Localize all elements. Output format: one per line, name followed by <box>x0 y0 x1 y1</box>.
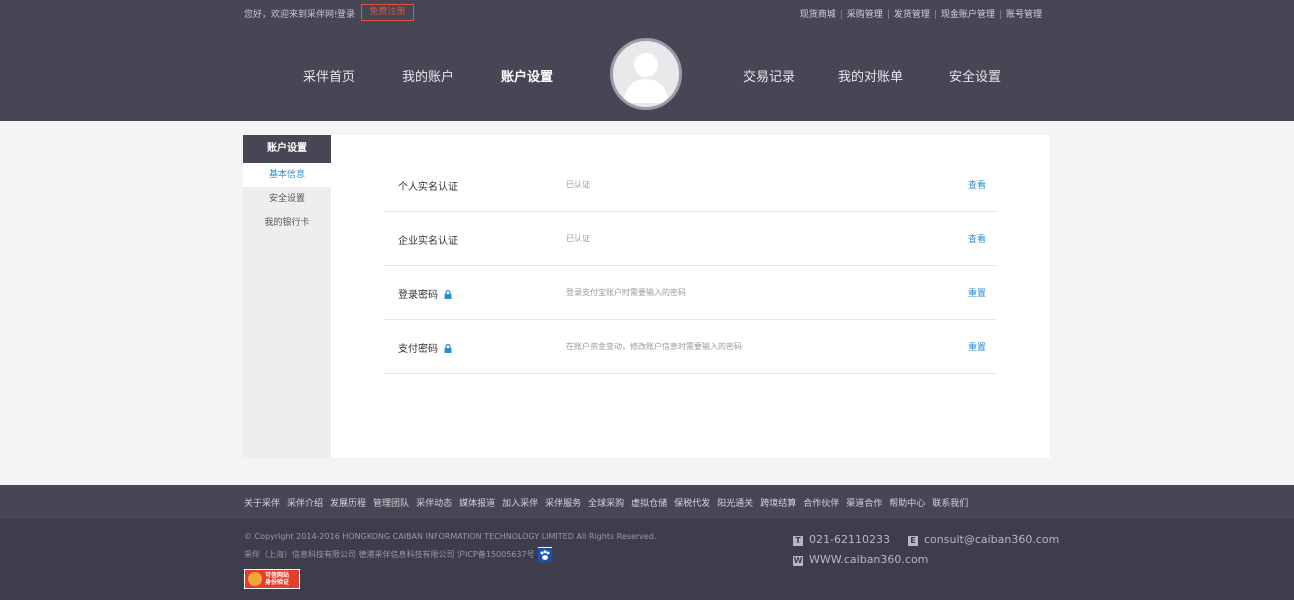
row-label: 支付密码 <box>398 340 452 356</box>
row-label: 登录密码 <box>398 286 452 302</box>
nav-home[interactable]: 采伴首页 <box>303 66 355 85</box>
view-link[interactable]: 查看 <box>968 232 986 245</box>
user-silhouette-icon <box>623 53 669 103</box>
reset-link[interactable]: 重置 <box>968 286 986 299</box>
lock-icon <box>444 343 452 356</box>
footer-link[interactable]: 帮助中心 <box>889 499 925 509</box>
reset-link[interactable]: 重置 <box>968 340 986 353</box>
top-link-cash-account[interactable]: 现金账户管理 <box>941 10 995 20</box>
top-links: 现货商城 | 采购管理 | 发货管理 | 现金账户管理 | 账号管理 <box>799 10 1042 20</box>
web-icon: W <box>793 556 803 566</box>
footer-bottom: © Copyright 2014-2016 HONGKONG CAIBAN IN… <box>0 519 1294 600</box>
footer-link[interactable]: 管理团队 <box>373 499 409 509</box>
footer-link[interactable]: 阳光通关 <box>717 499 753 509</box>
main-area: 账户设置 基本信息 安全设置 我的银行卡 个人实名认证 已认证 查看 企业实名认… <box>0 121 1294 485</box>
top-link-purchase[interactable]: 采购管理 <box>847 10 883 20</box>
row-desc: 已认证 <box>566 234 590 243</box>
sidebar-item-bank-card[interactable]: 我的银行卡 <box>243 211 331 235</box>
top-bar: 您好，欢迎来到采伴网! 登录 免费注册 现货商城 | 采购管理 | 发货管理 | 现金账户管… <box>0 0 1294 25</box>
footer-link[interactable]: 虚拟仓储 <box>631 499 667 509</box>
top-link-account[interactable]: 账号管理 <box>1006 10 1042 20</box>
badge-seal-icon <box>248 572 262 586</box>
footer-link[interactable]: 采伴服务 <box>545 499 581 509</box>
row-desc: 登录支付宝账户时需要输入的密码 <box>566 288 686 297</box>
footer-link[interactable]: 采伴动态 <box>416 499 452 509</box>
email-contact[interactable]: Econsult@caiban360.com <box>908 533 1059 546</box>
settings-row: 登录密码 登录支付宝账户时需要输入的密码 重置 <box>384 266 997 320</box>
view-link[interactable]: 查看 <box>968 178 986 191</box>
settings-panel: 个人实名认证 已认证 查看 企业实名认证 已认证 查看 登录密码 登录支付宝账户… <box>331 135 1050 458</box>
footer-link[interactable]: 渠道合作 <box>846 499 882 509</box>
settings-row: 企业实名认证 已认证 查看 <box>384 212 997 266</box>
phone-contact: T 021-62110233 <box>793 533 890 546</box>
footer-link[interactable]: 合作伙伴 <box>803 499 839 509</box>
phone-icon: T <box>793 536 803 546</box>
greeting-text: 您好，欢迎来到采伴网! <box>244 10 338 20</box>
nav-security[interactable]: 安全设置 <box>949 66 1001 85</box>
main-header: 采伴首页 我的账户 账户设置 交易记录 我的对账单 安全设置 <box>0 25 1294 121</box>
top-link-spot-mall[interactable]: 现货商城 <box>800 10 836 20</box>
footer-link[interactable]: 保税代发 <box>674 499 710 509</box>
settings-row: 支付密码 在账户资金变动，修改账户信息时需要输入的密码 重置 <box>384 320 997 374</box>
footer-link[interactable]: 联系我们 <box>932 499 968 509</box>
settings-row: 个人实名认证 已认证 查看 <box>384 158 997 212</box>
nav-transactions[interactable]: 交易记录 <box>743 66 795 85</box>
nav-statements[interactable]: 我的对账单 <box>838 66 903 85</box>
paw-icon[interactable] <box>538 547 552 562</box>
footer-link[interactable]: 关于采伴 <box>244 499 280 509</box>
footer-link[interactable]: 媒体报道 <box>459 499 495 509</box>
nav-account-settings[interactable]: 账户设置 <box>501 66 553 85</box>
nav-my-account[interactable]: 我的账户 <box>402 66 454 85</box>
sidebar-title: 账户设置 <box>243 135 331 163</box>
footer-link[interactable]: 采伴介绍 <box>287 499 323 509</box>
email-icon: E <box>908 536 918 546</box>
row-desc: 在账户资金变动，修改账户信息时需要输入的密码 <box>566 342 742 351</box>
website-contact[interactable]: W WWW.caiban360.com <box>793 553 928 566</box>
top-link-shipping[interactable]: 发货管理 <box>894 10 930 20</box>
login-link[interactable]: 登录 <box>337 7 355 20</box>
sidebar-item-security[interactable]: 安全设置 <box>243 187 331 211</box>
footer-link[interactable]: 发展历程 <box>330 499 366 509</box>
footer-links: 关于采伴 采伴介绍 发展历程 管理团队 采伴动态 媒体报道 加入采伴 采伴服务 全球采购 虚拟仓储… <box>0 485 1294 519</box>
lock-icon <box>444 289 452 302</box>
footer-link[interactable]: 跨境结算 <box>760 499 796 509</box>
row-label: 企业实名认证 <box>398 236 458 247</box>
trusted-site-badge[interactable]: 可信网站 身份验证 <box>244 569 300 589</box>
register-button[interactable]: 免费注册 <box>361 4 414 21</box>
footer-link[interactable]: 加入采伴 <box>502 499 538 509</box>
avatar[interactable] <box>610 38 682 110</box>
copyright-text: © Copyright 2014-2016 HONGKONG CAIBAN IN… <box>244 532 657 541</box>
sidebar: 账户设置 基本信息 安全设置 我的银行卡 <box>243 135 331 458</box>
footer-link[interactable]: 全球采购 <box>588 499 624 509</box>
company-text: 采伴（上海）信息科技有限公司 德港采伴信息科技有限公司 沪ICP备1500563… <box>244 550 535 559</box>
row-label: 个人实名认证 <box>398 182 458 193</box>
sidebar-item-basic-info[interactable]: 基本信息 <box>243 163 331 187</box>
row-desc: 已认证 <box>566 180 590 189</box>
